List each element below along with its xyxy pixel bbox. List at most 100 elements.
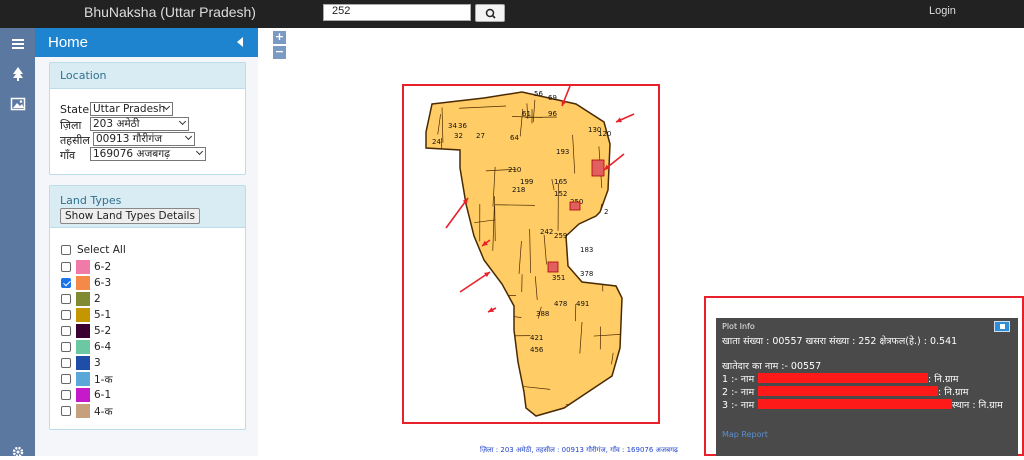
cadastral-map[interactable]: 5669619634362432276421019916521825024225…: [404, 86, 658, 422]
app-title[interactable]: BhuNaksha (Uttar Pradesh): [84, 4, 256, 20]
highlighted-parcel-252[interactable]: [570, 202, 580, 210]
parcel-label: 193: [556, 148, 569, 156]
land-type-swatch: [76, 404, 90, 418]
land-type-checkbox[interactable]: [61, 390, 71, 400]
land-type-item[interactable]: 6-1: [61, 388, 181, 402]
land-type-item[interactable]: 1-क: [61, 372, 181, 386]
village-boundary: [426, 92, 622, 416]
parcel-boundary: [446, 247, 448, 255]
parcel-boundary: [457, 92, 468, 93]
select-all-label: Select All: [77, 244, 126, 256]
land-type-label: 6-4: [94, 341, 111, 353]
land-type-item[interactable]: 4-क: [61, 404, 181, 418]
land-type-label: 6-1: [94, 389, 111, 401]
highlighted-parcel-a: [592, 160, 604, 176]
district-select[interactable]: 203 अमेठी: [90, 117, 189, 131]
land-type-label: 5-1: [94, 309, 111, 321]
land-type-swatch: [76, 292, 90, 306]
search-button[interactable]: [475, 4, 505, 22]
land-type-label: 6-2: [94, 261, 111, 273]
parcel-label: 36: [458, 122, 467, 130]
land-type-checkbox[interactable]: [61, 278, 71, 288]
parcel-label: 491: [576, 300, 589, 308]
district-select-value: 203 अमेठी: [93, 118, 140, 130]
parcel-boundary: [467, 362, 470, 371]
select-all-checkbox[interactable]: [61, 245, 71, 255]
top-navbar: BhuNaksha (Uttar Pradesh) 252 Login: [0, 0, 1024, 28]
show-land-types-details-button[interactable]: Show Land Types Details: [60, 208, 200, 224]
state-select-value: Uttar Pradesh: [93, 103, 165, 115]
login-link[interactable]: Login: [929, 5, 956, 17]
owner-3-suffix: स्थान : नि.ग्राम: [952, 398, 1003, 411]
zoom-out-button[interactable]: −: [273, 46, 286, 59]
land-type-checkbox[interactable]: [61, 374, 71, 384]
location-panel: Location State Uttar Pradesh ज़िला 203 अ…: [49, 62, 246, 175]
parcel-label: 456: [530, 346, 544, 354]
search-input[interactable]: 252: [323, 4, 471, 21]
parcel-boundary: [436, 333, 438, 363]
search-icon: [476, 5, 506, 23]
image-icon[interactable]: [10, 96, 26, 112]
land-type-label: 5-2: [94, 325, 111, 337]
land-type-label: 3: [94, 357, 101, 369]
parcel-label: 34: [448, 122, 457, 130]
land-type-item[interactable]: 5-2: [61, 324, 181, 338]
parcel-label: 64: [510, 134, 519, 142]
parcel-boundary: [442, 224, 445, 248]
owner-2-suffix: : नि.ग्राम: [938, 385, 968, 398]
land-type-swatch: [76, 356, 90, 370]
land-type-checkbox[interactable]: [61, 406, 71, 416]
owner-1-prefix: 1 :- नाम :: [722, 372, 760, 385]
land-type-swatch: [76, 260, 90, 274]
land-type-item[interactable]: 6-3: [61, 276, 181, 290]
land-type-checkbox[interactable]: [61, 262, 71, 272]
parcel-label: 24: [432, 138, 441, 146]
village-select-value: 169076 अजबगढ़: [93, 148, 170, 160]
zoom-in-button[interactable]: +: [273, 31, 286, 44]
home-title: Home: [48, 34, 88, 51]
gear-icon[interactable]: [10, 444, 26, 460]
parcel-boundary: [451, 326, 498, 327]
parcel-boundary: [425, 206, 451, 208]
close-icon[interactable]: [994, 321, 1010, 332]
land-type-item[interactable]: 3: [61, 356, 181, 370]
parcel-boundary: [464, 264, 467, 273]
state-select[interactable]: Uttar Pradesh: [90, 102, 173, 116]
land-type-checkbox[interactable]: [61, 294, 71, 304]
land-type-swatch: [76, 388, 90, 402]
menu-icon[interactable]: [10, 36, 26, 52]
parcel-label: 199: [520, 178, 533, 186]
land-type-item[interactable]: 2: [61, 292, 181, 306]
land-type-swatch: [76, 372, 90, 386]
village-select[interactable]: 169076 अजबगढ़: [90, 147, 206, 161]
land-type-checkbox[interactable]: [61, 342, 71, 352]
land-type-checkbox[interactable]: [61, 358, 71, 368]
parcel-label: 210: [508, 166, 521, 174]
land-type-item[interactable]: 6-4: [61, 340, 181, 354]
tree-icon[interactable]: [10, 66, 26, 82]
land-type-checkbox[interactable]: [61, 310, 71, 320]
parcel-boundary: [573, 263, 605, 264]
location-heading: Location: [50, 63, 245, 89]
tehsil-select[interactable]: 00913 गौरीगंज: [93, 132, 195, 146]
land-type-swatch: [76, 276, 90, 290]
select-all-row[interactable]: Select All: [61, 243, 181, 257]
land-type-item[interactable]: 5-1: [61, 308, 181, 322]
parcel-label: 69: [548, 94, 557, 102]
parcel-boundary: [428, 264, 470, 266]
left-icon-bar: [0, 28, 35, 456]
redaction-bar: [758, 386, 938, 396]
district-label: ज़िला: [60, 118, 81, 133]
parcel-label: 388: [536, 310, 549, 318]
parcel-label: 152: [554, 190, 567, 198]
parcel-label: 183: [580, 246, 593, 254]
land-type-checkbox[interactable]: [61, 326, 71, 336]
land-type-item[interactable]: 6-2: [61, 260, 181, 274]
plot-info-title: Plot Info: [722, 322, 755, 331]
collapse-sidebar-icon[interactable]: [237, 37, 243, 47]
map-report-link[interactable]: Map Report: [722, 430, 768, 439]
parcel-label: 32: [454, 132, 463, 140]
parcel-label: 61: [522, 110, 531, 118]
sidebar: Location State Uttar Pradesh ज़िला 203 अ…: [35, 57, 258, 456]
parcel-boundary: [442, 191, 445, 226]
